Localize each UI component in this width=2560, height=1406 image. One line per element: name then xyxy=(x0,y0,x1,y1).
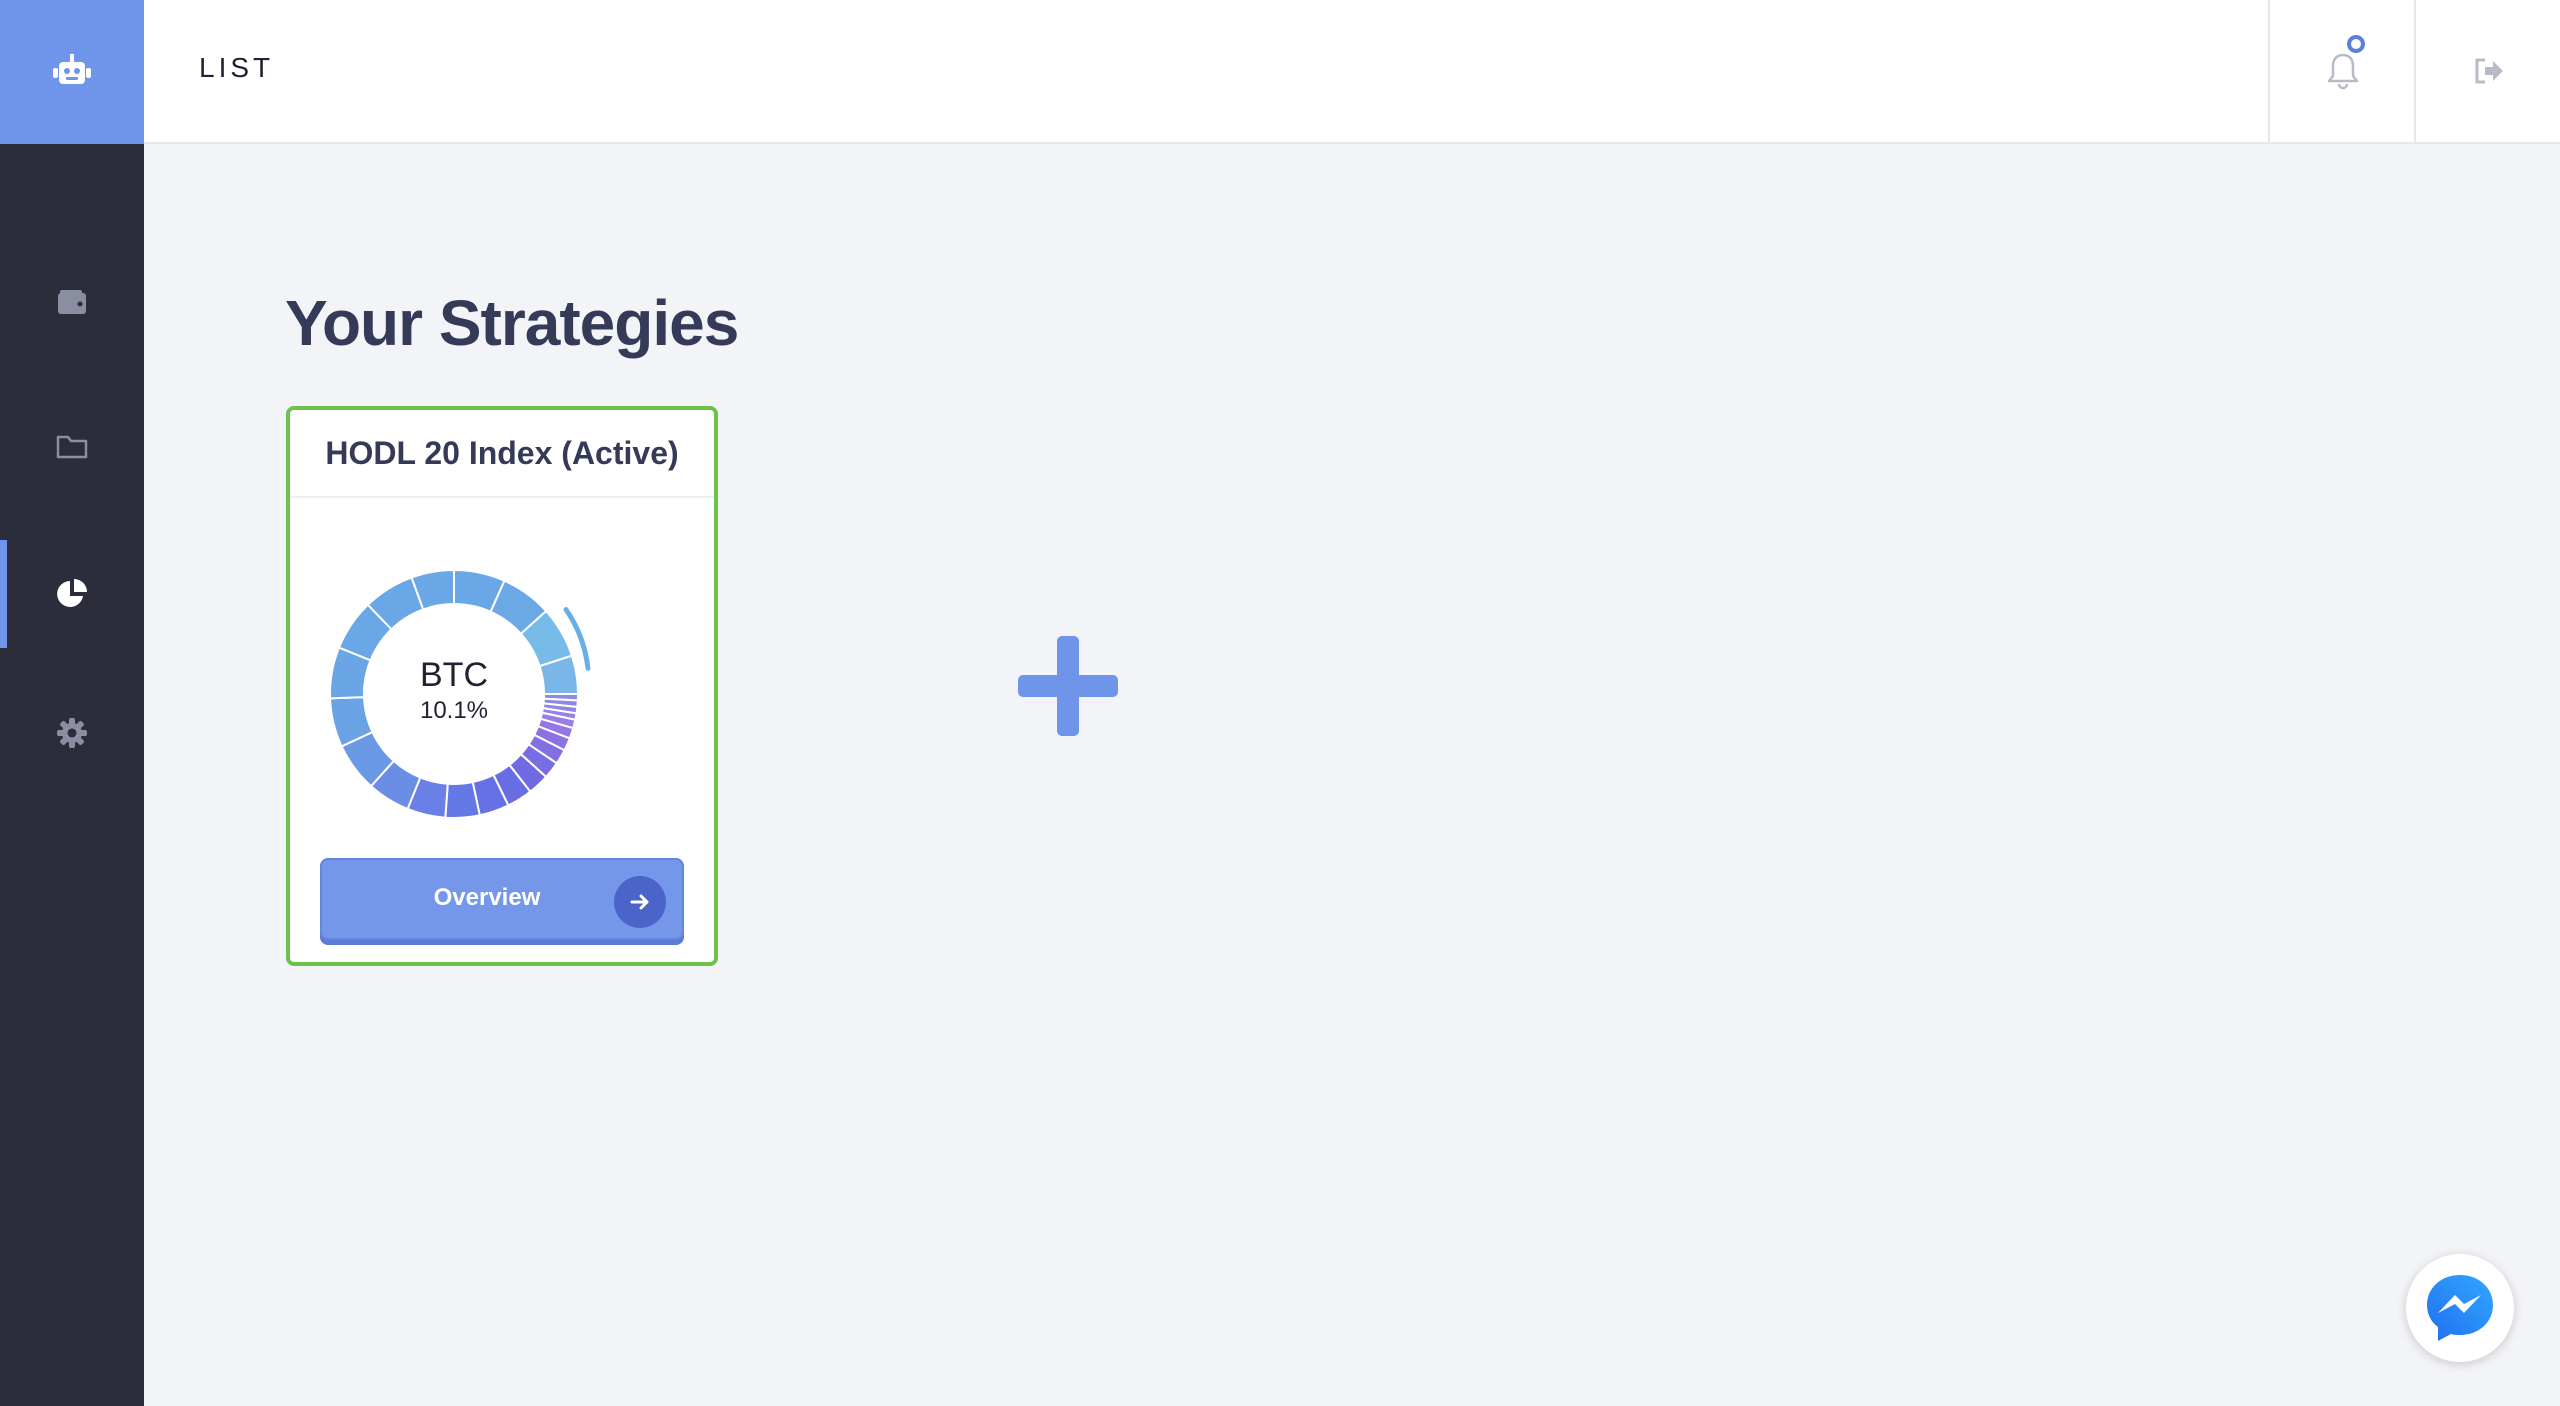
sidebar-item-strategies[interactable] xyxy=(0,540,144,648)
pie-chart-icon xyxy=(57,579,87,607)
logo[interactable] xyxy=(0,0,144,144)
donut-center-symbol: BTC xyxy=(420,656,488,694)
messenger-icon xyxy=(2427,1275,2493,1341)
notification-badge xyxy=(2344,32,2368,56)
page-header-title: LIST xyxy=(199,52,275,83)
top-header: LIST xyxy=(144,0,2560,144)
overview-button-label: Overview xyxy=(433,884,541,911)
donut-center-percent: 10.1% xyxy=(420,697,488,724)
sidebar-item-wallet[interactable] xyxy=(0,248,144,356)
notifications-button[interactable] xyxy=(2268,0,2415,142)
wallet-icon xyxy=(58,290,86,314)
logout-button[interactable] xyxy=(2414,0,2560,142)
overview-button[interactable]: Overview xyxy=(320,858,684,940)
strategy-card[interactable]: HODL 20 Index (Active) BTC 10.1% Overvie… xyxy=(286,406,718,966)
sidebar-item-settings[interactable] xyxy=(0,679,144,787)
arrow-right-icon xyxy=(614,876,666,928)
strategy-name: HODL 20 Index (Active) xyxy=(325,434,679,471)
robot-icon xyxy=(53,54,91,84)
logout-icon xyxy=(2475,58,2503,84)
messenger-chat-button[interactable] xyxy=(2406,1254,2514,1362)
allocation-donut-chart[interactable]: BTC 10.1% xyxy=(326,554,606,834)
bell-icon xyxy=(2327,53,2358,90)
add-strategy-button[interactable] xyxy=(1016,634,1120,738)
donut-segment[interactable] xyxy=(444,780,481,819)
gear-icon xyxy=(57,718,87,748)
strategy-card-header: HODL 20 Index (Active) xyxy=(290,410,714,498)
plus-icon xyxy=(1018,636,1118,736)
page-title: Your Strategies xyxy=(285,287,739,359)
sidebar xyxy=(0,0,144,1406)
folder-icon xyxy=(56,435,88,459)
sidebar-item-folder[interactable] xyxy=(0,392,144,500)
